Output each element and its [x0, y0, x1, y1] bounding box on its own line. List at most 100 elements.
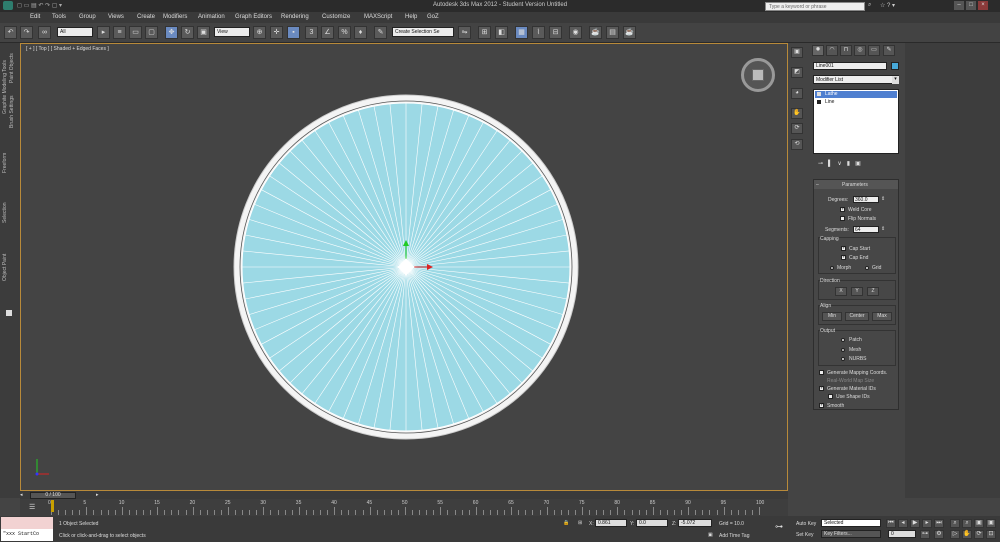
zoom-extents-icon[interactable]: ▣: [974, 519, 984, 528]
rect-region-icon[interactable]: ▭: [129, 26, 142, 39]
expand-icon[interactable]: [817, 100, 821, 104]
time-tag-icon[interactable]: ▣: [708, 532, 713, 538]
menu-help[interactable]: Help: [405, 14, 417, 20]
display-tab-icon[interactable]: ▭: [868, 45, 880, 56]
menu-views[interactable]: Views: [108, 14, 124, 20]
menu-customize[interactable]: Customize: [322, 14, 350, 20]
zoom-all-icon[interactable]: ⌕: [962, 519, 972, 528]
select-by-name-icon[interactable]: ≡: [113, 26, 126, 39]
modify-tab-icon[interactable]: ◠: [826, 45, 838, 56]
z-coordinate-field[interactable]: -5.072: [678, 519, 712, 527]
degrees-spinner-arrows[interactable]: ⇕: [881, 196, 885, 202]
make-unique-icon[interactable]: ∨: [837, 161, 841, 167]
selection-filter-dropdown[interactable]: All: [57, 27, 93, 37]
viewcube[interactable]: [741, 58, 775, 92]
auto-key-button[interactable]: Auto Key: [796, 521, 816, 527]
hand-icon[interactable]: ✋: [791, 108, 803, 119]
chevron-down-icon[interactable]: ▾: [892, 76, 899, 84]
menu-modifiers[interactable]: Modifiers: [163, 14, 187, 20]
maxscript-listener-input[interactable]: "xxx StartCo: [1, 529, 53, 541]
goto-start-icon[interactable]: ⏮: [886, 519, 896, 528]
weld-core-checkbox[interactable]: [840, 206, 845, 212]
select-move-icon[interactable]: ✥: [165, 26, 178, 39]
direction-z-button[interactable]: Z: [867, 287, 879, 296]
absolute-mode-icon[interactable]: ⊞: [578, 520, 582, 526]
window-crossing-icon[interactable]: ▢: [145, 26, 158, 39]
ring-icon[interactable]: ⟲: [791, 139, 803, 150]
rendered-frame-icon[interactable]: ▤: [606, 26, 619, 39]
menu-create[interactable]: Create: [137, 14, 155, 20]
select-scale-icon[interactable]: ▣: [197, 26, 210, 39]
stack-item-lathe[interactable]: Lathe: [815, 91, 897, 98]
time-slider-track[interactable]: [20, 491, 788, 499]
menu-animation[interactable]: Animation: [198, 14, 225, 20]
key-filters-button[interactable]: Key Filters...: [821, 530, 881, 538]
show-end-result-icon[interactable]: ▌: [828, 161, 832, 167]
prev-frame-icon[interactable]: ◂: [898, 519, 908, 528]
nurbs-radio[interactable]: [841, 357, 845, 361]
direction-x-button[interactable]: X: [835, 287, 847, 296]
maxscript-listener-top[interactable]: [1, 517, 53, 529]
orbit-icon[interactable]: ⟳: [974, 530, 984, 539]
utilities-tab-icon[interactable]: ✎: [883, 45, 895, 56]
edit-named-sets-icon[interactable]: ✎: [374, 26, 387, 39]
maximize-viewport-icon[interactable]: ⊡: [986, 530, 996, 539]
tab-freeform[interactable]: Freeform: [2, 148, 18, 178]
slider-left-arrow-icon[interactable]: ◂: [20, 492, 23, 498]
hierarchy-tab-icon[interactable]: ⊓: [840, 45, 852, 56]
y-coordinate-field[interactable]: 0.0: [636, 519, 668, 527]
redo-icon[interactable]: ↷: [20, 26, 33, 39]
angle-snap-icon[interactable]: ∠: [321, 26, 334, 39]
object-color-swatch[interactable]: [891, 62, 899, 70]
schematic-view-icon[interactable]: ⊟: [549, 26, 562, 39]
mesh-radio[interactable]: [841, 348, 845, 352]
tab-selection[interactable]: Selection: [2, 198, 18, 228]
menu-goz[interactable]: GoZ: [427, 14, 439, 20]
create-tab-icon[interactable]: ✹: [812, 45, 824, 56]
direction-y-button[interactable]: Y: [851, 287, 863, 296]
object-name-field[interactable]: Line001: [813, 62, 887, 70]
menu-maxscript[interactable]: MAXScript: [364, 14, 392, 20]
lock-icon[interactable]: 🔒: [563, 520, 569, 526]
select-object-icon[interactable]: ▸: [97, 26, 110, 39]
gen-mapping-checkbox[interactable]: [819, 370, 824, 375]
align-min-button[interactable]: Min: [822, 312, 842, 321]
percent-snap-icon[interactable]: %: [338, 26, 351, 39]
stack-item-line[interactable]: Line: [815, 99, 897, 106]
patch-radio[interactable]: [841, 338, 845, 342]
pin-stack-icon[interactable]: ⊸: [818, 161, 823, 167]
undo-icon[interactable]: ↶: [4, 26, 17, 39]
paint-icon[interactable]: ◕: [791, 88, 803, 99]
morph-radio[interactable]: [830, 266, 834, 270]
segments-spinner-arrows[interactable]: ⇕: [881, 226, 885, 232]
graphite-icon[interactable]: ◩: [791, 67, 803, 78]
pan-icon[interactable]: ✋: [962, 530, 972, 539]
menu-graph-editors[interactable]: Graph Editors: [235, 14, 272, 20]
search-icon[interactable]: ⌕: [868, 2, 871, 9]
menu-edit[interactable]: Edit: [30, 14, 40, 20]
goto-end-icon[interactable]: ⏭: [934, 519, 944, 528]
keyboard-shortcut-icon[interactable]: ▪: [287, 26, 300, 39]
use-shape-ids-checkbox[interactable]: [828, 394, 833, 399]
mirror-icon[interactable]: ⇋: [458, 26, 471, 39]
key-mode-dropdown[interactable]: Selected: [821, 519, 881, 527]
segments-spinner[interactable]: 64: [853, 226, 879, 233]
zoom-icon[interactable]: ⌕: [950, 519, 960, 528]
ref-coord-dropdown[interactable]: View: [214, 27, 250, 37]
track-bar[interactable]: 0 5 10 15 20 25 30 35 40 45 50 55 60 65 70 75 80 85 90 95 10…: [20, 499, 788, 516]
gen-matids-checkbox[interactable]: [819, 385, 824, 391]
cap-end-checkbox[interactable]: [841, 254, 846, 260]
help-icon[interactable]: ☆ ? ▾: [880, 2, 895, 9]
grid-radio[interactable]: [865, 266, 869, 270]
spinner-snap-icon[interactable]: ♦: [354, 26, 367, 39]
snaps-toggle-icon[interactable]: 3: [305, 26, 318, 39]
current-frame-marker[interactable]: [51, 500, 54, 512]
close-button[interactable]: ×: [978, 1, 988, 10]
set-key-button[interactable]: Set Key: [796, 532, 814, 538]
graphite-toggle-icon[interactable]: ▦: [515, 26, 528, 39]
motion-tab-icon[interactable]: ◎: [854, 45, 866, 56]
align-max-button[interactable]: Max: [872, 312, 892, 321]
play-icon[interactable]: ▶: [910, 519, 920, 528]
menu-tools[interactable]: Tools: [52, 14, 66, 20]
menu-rendering[interactable]: Rendering: [281, 14, 309, 20]
